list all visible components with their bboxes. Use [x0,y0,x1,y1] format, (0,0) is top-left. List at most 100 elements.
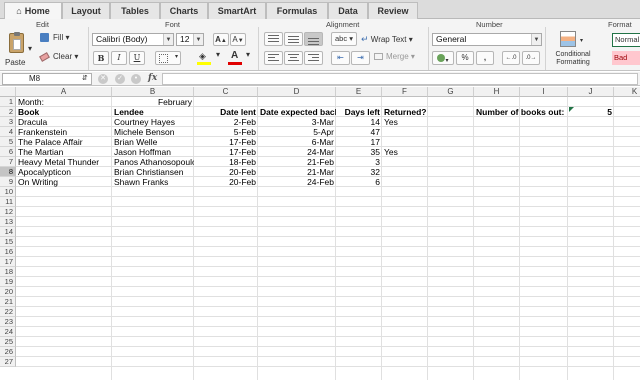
style-normal[interactable]: Normal [612,33,640,47]
align-middle-button[interactable] [284,32,303,46]
tab-review[interactable]: Review [368,2,418,19]
align-right-button[interactable] [304,51,323,65]
column-header[interactable]: K [614,87,640,97]
accounting-format-button[interactable]: ▾ [432,51,454,65]
row-header[interactable]: 21 [0,297,16,307]
row-header[interactable]: 2 [0,107,16,117]
row-header[interactable]: 16 [0,247,16,257]
column-header[interactable]: A [16,87,112,97]
cell-f6[interactable]: Yes [382,147,428,157]
column-header[interactable]: I [520,87,568,97]
cell-c7[interactable]: 18-Feb [194,157,258,167]
column-header[interactable]: F [382,87,428,97]
row-header[interactable]: 12 [0,207,16,217]
cell-e5[interactable]: 17 [336,137,382,147]
confirm-icon[interactable]: ✓ [115,74,125,84]
cell-d9[interactable]: 24-Feb [258,177,336,187]
cell-d3[interactable]: 3-Mar [258,117,336,127]
cell-b2[interactable]: Lendee [112,107,194,117]
font-name-select[interactable]: Calibri (Body) ▼ [92,33,174,46]
style-bad[interactable]: Bad [612,51,640,65]
cell-f3[interactable]: Yes [382,117,428,127]
cell-j2[interactable]: 5 [568,107,614,117]
name-box-stepper-icon[interactable]: ⇵ [82,74,88,82]
row-header[interactable]: 9 [0,177,16,187]
name-box[interactable]: M8 [2,73,92,85]
cell-e7[interactable]: 3 [336,157,382,167]
cell-b4[interactable]: Michele Benson [112,127,194,137]
cell-a6[interactable]: The Martian [16,147,112,157]
cell-c5[interactable]: 17-Feb [194,137,258,147]
cell-b3[interactable]: Courtney Hayes [112,117,194,127]
cell-d8[interactable]: 21-Mar [258,167,336,177]
tab-smartart[interactable]: SmartArt [208,2,266,19]
row-header[interactable]: 1 [0,97,16,107]
cell-h2[interactable]: Number of books out: [474,107,568,117]
column-header[interactable]: G [428,87,474,97]
tab-formulas[interactable]: Formulas [266,2,328,19]
cell-c2[interactable]: Date lent [194,107,258,117]
insert-function-icon[interactable]: fx [148,73,157,83]
increase-indent-button[interactable]: ⇥ [351,51,370,65]
column-header[interactable]: B [112,87,194,97]
cell-d2[interactable]: Date expected back [258,107,336,117]
tab-charts[interactable]: Charts [160,2,208,19]
tab-tables[interactable]: Tables [110,2,160,19]
cell-b6[interactable]: Jason Hoffman [112,147,194,157]
row-header[interactable]: 15 [0,237,16,247]
font-color-dropdown-icon[interactable]: ▾ [246,50,254,59]
cell-a2[interactable]: Book [16,107,112,117]
cell-a5[interactable]: The Palace Affair [16,137,112,147]
column-header[interactable]: C [194,87,258,97]
comma-style-button[interactable]: , [476,51,494,65]
cell-e9[interactable]: 6 [336,177,382,187]
cell-c8[interactable]: 20-Feb [194,167,258,177]
cell-f2[interactable]: Returned? [382,107,428,117]
bold-button[interactable]: B [93,51,109,65]
cell-e2[interactable]: Days left [336,107,382,117]
cell-a1[interactable]: Month: [16,97,112,107]
cell-c3[interactable]: 2-Feb [194,117,258,127]
number-format-select[interactable]: General ▼ [432,33,542,46]
underline-button[interactable]: U [129,51,145,65]
align-left-button[interactable] [264,51,283,65]
worksheet-grid[interactable]: A B C D E F G H I J K 1 2 3 4 5 6 7 8 9 10 11 12 13 14 15 16 17 18 19… [0,87,640,380]
font-size-select[interactable]: 12 ▼ [176,33,204,46]
cell-b5[interactable]: Brian Welle [112,137,194,147]
row-header[interactable]: 23 [0,317,16,327]
cell-d6[interactable]: 24-Mar [258,147,336,157]
row-header[interactable]: 26 [0,347,16,357]
row-header[interactable]: 14 [0,227,16,237]
row-header[interactable]: 22 [0,307,16,317]
cell-a9[interactable]: On Writing [16,177,112,187]
row-header[interactable]: 8 [0,167,16,177]
text-orientation-button[interactable]: abc ▾ [331,32,357,46]
row-header[interactable]: 7 [0,157,16,167]
cell-b9[interactable]: Shawn Franks [112,177,194,187]
tab-data[interactable]: Data [328,2,368,19]
align-bottom-button[interactable] [304,32,323,46]
row-header[interactable]: 24 [0,327,16,337]
clear-button[interactable]: Clear ▾ [39,52,86,64]
row-header[interactable]: 27 [0,357,16,367]
cell-c9[interactable]: 20-Feb [194,177,258,187]
column-header[interactable]: D [258,87,336,97]
fill-button[interactable]: Fill ▾ [40,33,84,45]
cell-b7[interactable]: Panos Athanosopoulos [112,157,194,167]
cell-b1[interactable]: February [112,97,194,107]
row-header[interactable]: 11 [0,197,16,207]
align-center-button[interactable] [284,51,303,65]
row-header[interactable]: 19 [0,277,16,287]
row-header[interactable]: 4 [0,127,16,137]
row-header[interactable]: 6 [0,147,16,157]
decrease-indent-button[interactable]: ⇤ [331,51,350,65]
cell-b8[interactable]: Brian Christiansen [112,167,194,177]
row-header[interactable]: 20 [0,287,16,297]
borders-button[interactable]: ▾ [155,51,181,65]
cell-a8[interactable]: Apocalypticon [16,167,112,177]
select-all-corner[interactable] [0,87,16,97]
row-header[interactable]: 18 [0,267,16,277]
grow-font-button[interactable]: A▲ [213,33,229,46]
percent-style-button[interactable]: % [456,51,474,65]
tab-layout[interactable]: Layout [62,2,110,19]
